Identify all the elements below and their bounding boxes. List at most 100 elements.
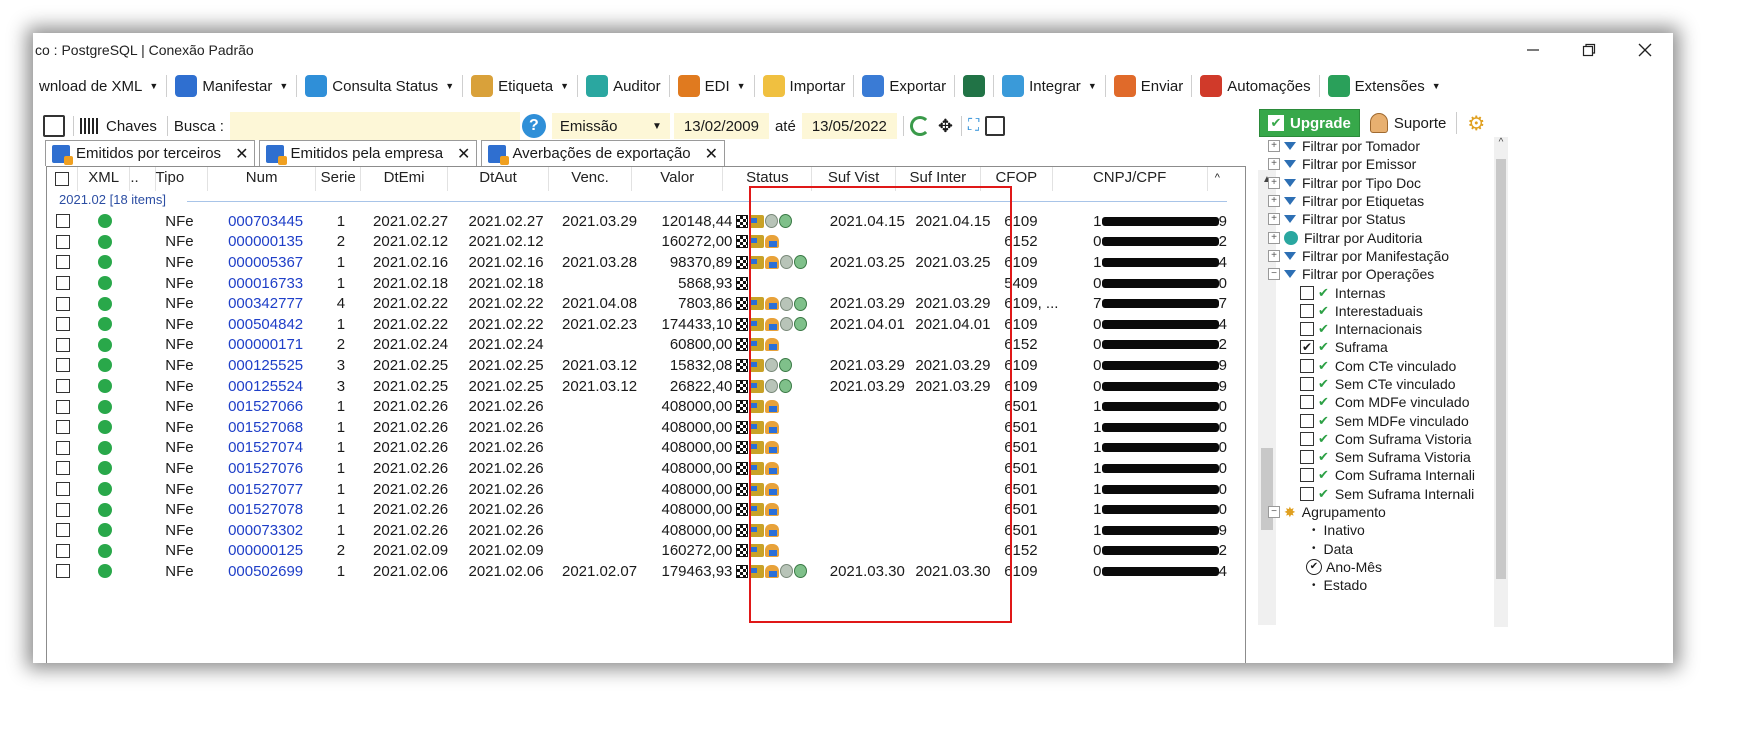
tree-item-14[interactable]: ✔ Com MDFe vinculado (1256, 393, 1504, 411)
xml-status-icon[interactable] (98, 482, 113, 497)
tree-scrollbar[interactable]: ^ (1494, 137, 1508, 627)
tab-close-icon[interactable]: ✕ (705, 144, 718, 164)
column-header[interactable]: CFOP (981, 167, 1053, 191)
tree-item-5[interactable]: + Filtrar por Auditoria (1256, 228, 1504, 246)
xml-status-icon[interactable] (98, 461, 113, 476)
column-header[interactable]: DtAut (448, 167, 549, 191)
num-link[interactable]: 001527076 (228, 460, 303, 477)
filter-checkbox[interactable] (1300, 413, 1314, 428)
xml-status-icon[interactable] (98, 337, 113, 352)
row-checkbox[interactable] (55, 214, 70, 229)
filter-checkbox[interactable] (1300, 395, 1314, 410)
tree-item-13[interactable]: ✔ Sem CTe vinculado (1256, 375, 1504, 393)
suporte-button[interactable]: Suporte (1369, 113, 1446, 133)
filter-checkbox[interactable] (1300, 431, 1314, 446)
row-checkbox[interactable] (55, 564, 70, 579)
xml-status-icon[interactable] (98, 502, 113, 517)
num-link[interactable]: 000342777 (228, 295, 303, 312)
table-row[interactable]: NFe 000703445 1 2021.02.27 2021.02.27 2021.03… (47, 211, 1227, 232)
refresh-icon[interactable] (909, 116, 930, 136)
num-link[interactable]: 000125524 (228, 378, 303, 395)
row-checkbox[interactable] (55, 420, 70, 435)
filter-checkbox[interactable]: ✔ (1300, 340, 1314, 355)
expand-icon[interactable]: ⛶ (968, 117, 979, 135)
gear-icon[interactable]: ⚙ (1467, 111, 1485, 136)
row-checkbox[interactable] (55, 440, 70, 455)
bullet-icon[interactable]: • (1312, 525, 1316, 536)
xml-status-icon[interactable] (98, 255, 113, 270)
minimize-button[interactable] (1505, 33, 1561, 67)
xml-status-icon[interactable] (98, 214, 113, 229)
table-row[interactable]: NFe 000502699 1 2021.02.06 2021.02.06 2021.02… (47, 561, 1227, 582)
table-row[interactable]: NFe 000125525 3 2021.02.25 2021.02.25 2021.03… (47, 355, 1227, 376)
column-header[interactable]: .. (130, 167, 156, 191)
menu-item-enviar[interactable]: Enviar (1108, 71, 1190, 101)
row-checkbox[interactable] (55, 296, 70, 311)
tree-item-20[interactable]: − ✸ Agrupamento (1256, 503, 1504, 521)
tree-item-17[interactable]: ✔ Sem Suframa Vistoria (1256, 448, 1504, 466)
tree-item-11[interactable]: ✔ ✔ Suframa (1256, 338, 1504, 356)
table-row[interactable]: NFe 000005367 1 2021.02.16 2021.02.16 2021.03… (47, 252, 1227, 273)
xml-status-icon[interactable] (98, 564, 113, 579)
num-link[interactable]: 000502699 (228, 563, 303, 580)
close-button[interactable] (1617, 33, 1673, 67)
row-checkbox[interactable] (55, 379, 70, 394)
row-checkbox[interactable] (55, 399, 70, 414)
busca-input[interactable] (229, 112, 520, 140)
date-to-field[interactable]: 13/05/2022 (801, 113, 897, 139)
row-checkbox[interactable] (55, 461, 70, 476)
menu-item-integrar[interactable]: Integrar ▼ (996, 71, 1103, 101)
doc-list-icon[interactable] (43, 115, 65, 137)
menu-item-consulta-status[interactable]: Consulta Status ▼ (299, 71, 460, 101)
row-checkbox[interactable] (55, 482, 70, 497)
tree-item-18[interactable]: ✔ Com Suframa Internali (1256, 466, 1504, 484)
table-row[interactable]: NFe 000000125 2 2021.02.09 2021.02.09 160272,… (47, 541, 1227, 562)
table-row[interactable]: NFe 000000171 2 2021.02.24 2021.02.24 60800,0… (47, 335, 1227, 356)
num-link[interactable]: 001527074 (228, 439, 303, 456)
help-icon[interactable]: ? (521, 114, 546, 138)
column-header[interactable]: DtEmi (361, 167, 449, 191)
tab-1[interactable]: Emitidos pela empresa ✕ (259, 140, 478, 166)
xml-status-icon[interactable] (98, 523, 113, 538)
menu-item-importar[interactable]: Importar (757, 71, 852, 101)
num-link[interactable]: 001527066 (228, 398, 303, 415)
table-row[interactable]: NFe 000342777 4 2021.02.22 2021.02.22 2021.04… (47, 293, 1227, 314)
tree-item-22[interactable]: • Data (1256, 540, 1504, 558)
expand-toggle-icon[interactable]: + (1268, 195, 1280, 208)
expand-toggle-icon[interactable]: + (1268, 158, 1280, 171)
group-row-label[interactable]: 2021.02 [18 items] (59, 192, 166, 207)
table-row[interactable]: NFe 000125524 3 2021.02.25 2021.02.25 2021.03… (47, 376, 1227, 397)
column-header[interactable]: Tipo (156, 167, 208, 191)
column-header[interactable]: CNPJ/CPF (1053, 167, 1208, 191)
collapse-toggle-icon[interactable]: − (1268, 506, 1280, 519)
collapse-toggle-icon[interactable]: − (1268, 268, 1280, 281)
xml-status-icon[interactable] (98, 317, 113, 332)
row-checkbox[interactable] (55, 543, 70, 558)
row-checkbox[interactable] (55, 523, 70, 538)
tab-close-icon[interactable]: ✕ (235, 144, 248, 164)
expand-toggle-icon[interactable]: + (1268, 249, 1280, 262)
tree-item-8[interactable]: ✔ Internas (1256, 283, 1504, 301)
tree-item-24[interactable]: • Estado (1256, 576, 1504, 594)
num-link[interactable]: 000125525 (228, 357, 303, 374)
scroll-thumb[interactable] (1496, 159, 1506, 579)
num-link[interactable]: 001527077 (228, 481, 303, 498)
sort-up-icon[interactable]: ^ (1208, 167, 1227, 191)
bullet-icon[interactable]: • (1312, 580, 1316, 591)
num-link[interactable]: 000016733 (228, 275, 303, 292)
tree-item-4[interactable]: + Filtrar por Status (1256, 210, 1504, 228)
filter-checkbox[interactable] (1300, 377, 1314, 391)
filter-checkbox[interactable] (1300, 468, 1314, 483)
tree-item-2[interactable]: + Filtrar por Tipo Doc (1256, 174, 1504, 192)
filter-checkbox[interactable] (1300, 358, 1314, 373)
table-row[interactable]: NFe 001527074 1 2021.02.26 2021.02.26 408000,… (47, 438, 1227, 459)
bullet-icon[interactable]: • (1312, 543, 1316, 554)
xml-status-icon[interactable] (98, 358, 113, 373)
column-header[interactable]: Serie (316, 167, 361, 191)
xml-status-icon[interactable] (98, 420, 113, 435)
column-header[interactable]: XML (78, 167, 131, 191)
filter-checkbox[interactable] (1300, 303, 1314, 318)
table-row[interactable]: NFe 000016733 1 2021.02.18 2021.02.18 5868,93… (47, 273, 1227, 294)
num-link[interactable]: 000000125 (228, 542, 303, 559)
tree-item-1[interactable]: + Filtrar por Emissor (1256, 155, 1504, 173)
